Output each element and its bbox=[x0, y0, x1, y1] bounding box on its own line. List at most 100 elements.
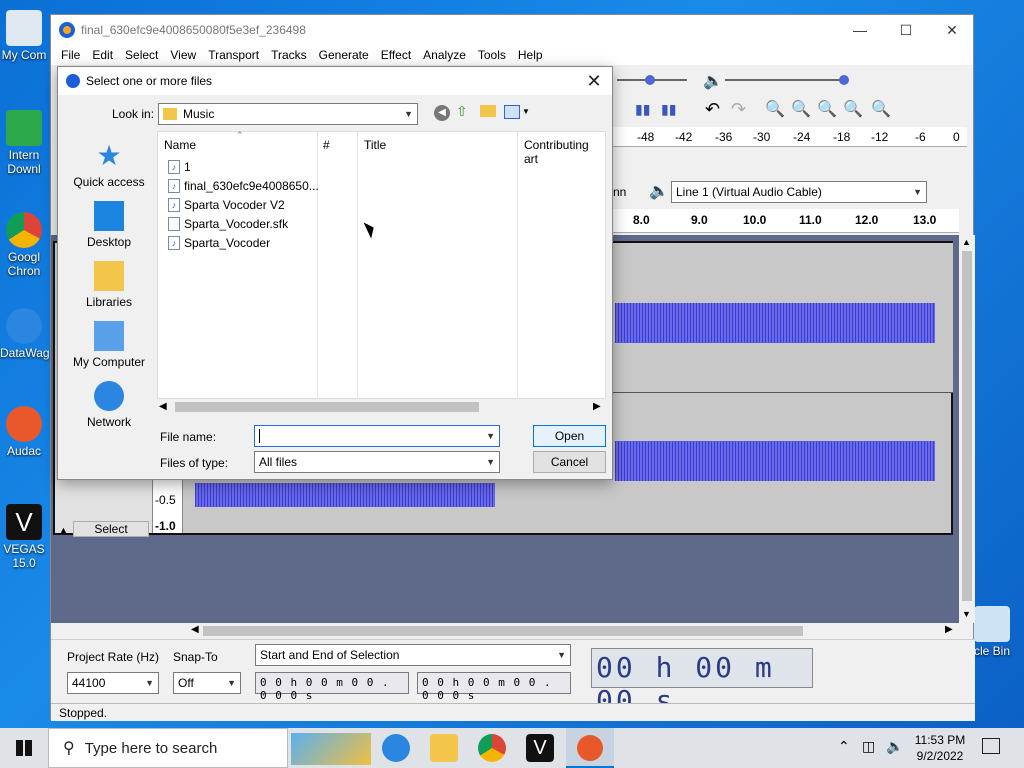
file-row[interactable]: ♪ 1 bbox=[168, 157, 191, 176]
internet-explorer-icon[interactable] bbox=[382, 734, 410, 762]
file-list-hscrollbar[interactable]: ◀ ▶ bbox=[157, 399, 606, 415]
menu-effect[interactable]: Effect bbox=[375, 48, 417, 62]
scroll-up-icon[interactable]: ▲ bbox=[962, 237, 971, 247]
maximize-button[interactable]: ☐ bbox=[883, 15, 929, 45]
collapse-icon[interactable]: ▲ bbox=[59, 525, 68, 535]
volume-tray-icon[interactable]: 🔈 bbox=[886, 738, 903, 755]
vertical-scrollbar[interactable]: ▲ ▼ bbox=[959, 235, 975, 623]
menu-transport[interactable]: Transport bbox=[202, 48, 265, 62]
output-device-select[interactable]: Line 1 (Virtual Audio Cable) ▼ bbox=[671, 181, 927, 203]
close-button[interactable]: ✕ bbox=[929, 15, 975, 45]
audio-position-time[interactable]: 00 h 00 m 00 s bbox=[591, 648, 813, 717]
column-header-title[interactable]: Title bbox=[364, 138, 386, 152]
audio-file-icon: ♪ bbox=[168, 178, 180, 193]
menu-tools[interactable]: Tools bbox=[472, 48, 512, 62]
zoom-in-icon[interactable]: 🔍 bbox=[765, 99, 785, 119]
chrome-icon[interactable] bbox=[478, 734, 506, 762]
undo-icon[interactable]: ↶ bbox=[705, 99, 720, 120]
selection-end-time[interactable]: 0 0 h 0 0 m 0 0 . 0 0 0 s bbox=[417, 672, 571, 702]
host-combo-partial[interactable]: nn bbox=[613, 185, 626, 199]
taskbar-search-box[interactable]: ⚲ Type here to search bbox=[48, 728, 371, 768]
column-header-name[interactable]: Name bbox=[164, 138, 196, 152]
menu-view[interactable]: View bbox=[164, 48, 202, 62]
tray-clock[interactable]: 11:53 PM 9/2/2022 bbox=[912, 732, 968, 764]
menu-generate[interactable]: Generate bbox=[313, 48, 375, 62]
silence-icon[interactable]: ▮▮ bbox=[661, 101, 676, 118]
look-in-select[interactable]: Music ▼ bbox=[158, 103, 418, 125]
chevron-up-icon[interactable]: ⌃ bbox=[838, 738, 850, 755]
desktop-icon-my-computer[interactable]: My Com bbox=[0, 10, 48, 62]
dialog-close-icon[interactable]: ✕ bbox=[582, 71, 606, 92]
notification-icon[interactable] bbox=[982, 738, 1000, 754]
desktop-icon-datawag[interactable]: DataWag bbox=[0, 308, 50, 360]
open-button[interactable]: Open bbox=[533, 425, 606, 447]
timeline-ruler[interactable]: 8.0 9.0 10.0 11.0 12.0 13.0 bbox=[613, 209, 959, 233]
scroll-right-icon[interactable]: ▶ bbox=[945, 624, 953, 635]
file-row[interactable]: ♪ Sparta_Vocoder bbox=[168, 233, 270, 252]
column-header-contributing-artists[interactable]: Contributing art bbox=[524, 138, 605, 166]
slider-thumb[interactable] bbox=[645, 75, 655, 85]
minimize-button[interactable]: — bbox=[837, 15, 883, 45]
file-row[interactable]: Sparta_Vocoder.sfk bbox=[168, 214, 288, 233]
new-folder-icon[interactable] bbox=[480, 105, 496, 117]
file-row[interactable]: ♪ Sparta Vocoder V2 bbox=[168, 195, 285, 214]
computer-icon bbox=[94, 321, 124, 351]
desktop-icon-vegas[interactable]: V VEGAS 15.0 bbox=[0, 504, 48, 570]
cancel-button[interactable]: Cancel bbox=[533, 451, 606, 473]
files-of-type-select[interactable]: All files ▼ bbox=[254, 451, 500, 473]
star-icon: ★ bbox=[96, 140, 122, 171]
place-my-computer[interactable]: My Computer bbox=[64, 321, 154, 369]
vegas-icon[interactable]: V bbox=[526, 734, 554, 762]
scroll-right-icon[interactable]: ▶ bbox=[593, 401, 601, 412]
file-explorer-icon[interactable] bbox=[430, 734, 458, 762]
scroll-down-icon[interactable]: ▼ bbox=[962, 609, 971, 619]
playback-volume-slider[interactable] bbox=[725, 79, 847, 81]
volume-thumb[interactable] bbox=[839, 75, 849, 85]
snap-to-select[interactable]: Off ▼ bbox=[173, 672, 241, 694]
up-folder-icon[interactable]: ⇧ bbox=[456, 103, 468, 120]
selection-mode-select[interactable]: Start and End of Selection ▼ bbox=[255, 644, 571, 666]
column-separator[interactable] bbox=[517, 132, 518, 400]
column-separator[interactable] bbox=[357, 132, 358, 400]
zoom-out-icon[interactable]: 🔍 bbox=[791, 99, 811, 119]
trim-icon[interactable]: ▮▮ bbox=[635, 101, 650, 118]
chevron-down-icon[interactable]: ▼ bbox=[522, 107, 530, 116]
place-desktop[interactable]: Desktop bbox=[64, 201, 154, 249]
menu-edit[interactable]: Edit bbox=[86, 48, 119, 62]
desktop-icon-google-chrome[interactable]: Googl Chron bbox=[0, 212, 48, 278]
view-menu-icon[interactable] bbox=[504, 105, 520, 119]
redo-icon[interactable]: ↷ bbox=[731, 99, 746, 120]
menu-help[interactable]: Help bbox=[512, 48, 549, 62]
back-icon[interactable]: ◀ bbox=[434, 105, 450, 121]
file-row[interactable]: ♪ final_630efc9e4008650... bbox=[168, 176, 319, 195]
network-tray-icon[interactable]: ◫ bbox=[862, 738, 875, 755]
fit-project-icon[interactable]: 🔍 bbox=[843, 99, 863, 119]
place-libraries[interactable]: Libraries bbox=[64, 261, 154, 309]
menu-file[interactable]: File bbox=[55, 48, 86, 62]
taskbar-audacity-active[interactable] bbox=[566, 728, 614, 768]
menu-select[interactable]: Select bbox=[119, 48, 164, 62]
desktop-icon-internet-download[interactable]: Intern Downl bbox=[0, 110, 48, 176]
select-button[interactable]: Select bbox=[73, 521, 149, 537]
place-network[interactable]: Network bbox=[64, 381, 154, 429]
fit-selection-icon[interactable]: 🔍 bbox=[817, 99, 837, 119]
zoom-toggle-icon[interactable]: 🔍 bbox=[871, 99, 891, 119]
menu-analyze[interactable]: Analyze bbox=[417, 48, 472, 62]
project-rate-value: 44100 bbox=[72, 676, 106, 690]
selection-start-time[interactable]: 0 0 h 0 0 m 0 0 . 0 0 0 s bbox=[255, 672, 409, 702]
desktop-icon-audacity[interactable]: Audac bbox=[0, 406, 48, 458]
file-name-input[interactable]: ▼ bbox=[254, 425, 500, 447]
horizontal-scroll-thumb[interactable] bbox=[203, 626, 803, 636]
file-list[interactable]: ⌃ Name # Title Contributing art ♪ 1 ♪ fina… bbox=[157, 130, 606, 400]
column-header-number[interactable]: # bbox=[323, 138, 330, 152]
scroll-left-icon[interactable]: ◀ bbox=[191, 624, 199, 635]
column-separator[interactable] bbox=[317, 132, 318, 400]
project-rate-select[interactable]: 44100 ▼ bbox=[67, 672, 159, 694]
windows-start-icon[interactable] bbox=[16, 740, 32, 756]
menu-tracks[interactable]: Tracks bbox=[265, 48, 313, 62]
file-list-scroll-thumb[interactable] bbox=[175, 402, 479, 412]
scroll-left-icon[interactable]: ◀ bbox=[159, 401, 167, 412]
place-quick-access[interactable]: ★ Quick access bbox=[64, 140, 154, 190]
horizontal-scrollbar[interactable]: ◀ ▶ bbox=[189, 623, 959, 639]
vertical-scroll-thumb[interactable] bbox=[962, 251, 972, 601]
